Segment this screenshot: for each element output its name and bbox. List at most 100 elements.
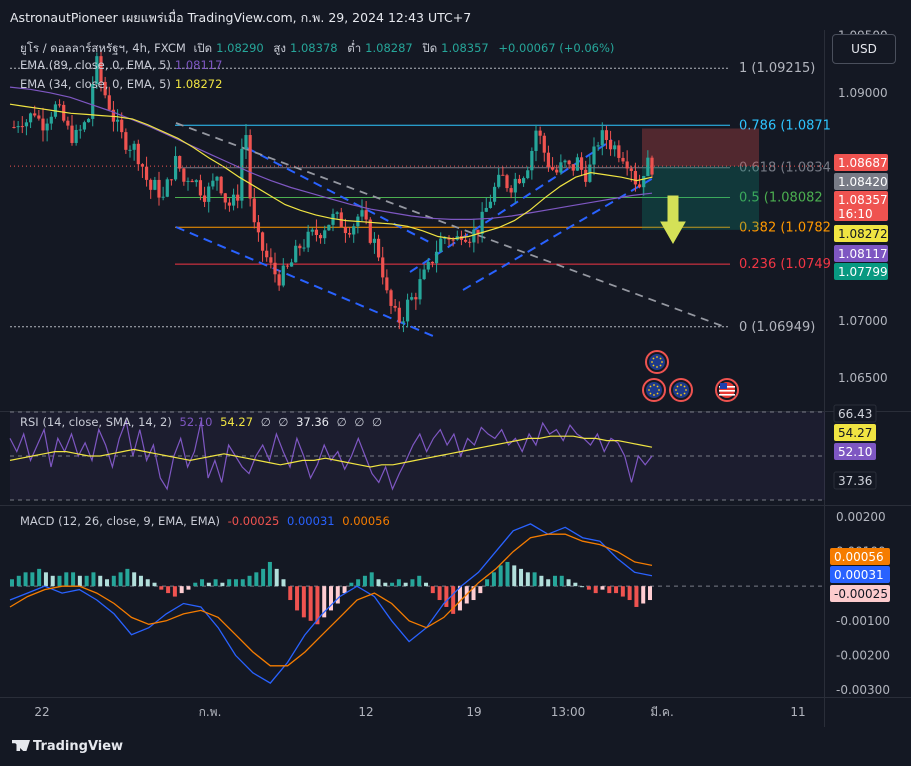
macd-histogram-bar [308,586,313,621]
candle-body [513,178,517,193]
macd-histogram-bar [261,568,266,587]
candle-body [240,148,244,201]
candle-body [596,145,600,147]
eu-flag-star [653,384,655,386]
eu-flag-star [683,385,686,388]
macd-histogram-bar [607,586,612,594]
candle-body [144,166,149,180]
candle-body [484,207,488,212]
candle-body [256,222,261,233]
candle-body [314,229,319,236]
macd-histogram-bar [281,579,286,587]
macd-histogram-bar [193,582,198,587]
eu-flag-star [649,385,652,388]
rsi-label-text: 52.10 [838,445,872,459]
macd-histogram-bar [233,579,238,587]
ema89-legend[interactable]: EMA (89, close, 0, EMA, 5) 1.08117 [20,58,226,72]
price-chart[interactable]: 1 (1.09215)0.786 (1.08710.618 (1.08340.5… [0,0,911,766]
candle-body [294,245,298,263]
price-label-text: 1.08357 [838,193,888,207]
candle-body [434,251,439,264]
eu-flag-star [680,384,682,386]
candle-body [530,151,534,171]
candle-body [173,156,178,180]
macd-histogram-bar [57,575,62,587]
candle-body [124,132,128,150]
candle-body [285,265,290,267]
price-label-text: 1.08117 [838,247,888,261]
time-tick: 11 [790,705,805,719]
candle-body [397,307,401,323]
time-tick: 13:00 [551,705,586,719]
macd-histogram-bar [71,572,76,587]
eu-flag-star [651,361,653,363]
candle-body [571,164,575,171]
time-tick: มี.ค. [650,705,674,719]
time-tick: ก.พ. [199,705,222,719]
ema89-value: 1.08117 [174,58,223,72]
candle-body [260,232,265,251]
candle-body [405,299,410,322]
ema34-legend[interactable]: EMA (34, close, 0, EMA, 5) 1.08272 [20,77,226,91]
candle-body [231,194,236,206]
macd-histogram-bar [566,579,571,587]
candle-body [439,238,443,252]
macd-histogram-bar [485,579,490,587]
candle-body [120,119,124,133]
high-value: 1.08378 [290,41,338,55]
macd-histogram-bar [125,568,130,587]
candle-body [20,126,24,128]
macd-histogram-bar [539,575,544,587]
candle-body [115,119,120,122]
eu-flag-star [659,364,662,367]
eu-flag-star [659,357,662,360]
macd-histogram-bar [593,586,598,594]
candle-body [642,175,646,188]
candle-body [265,250,269,258]
macd-histogram-bar [138,575,143,587]
symbol-name[interactable]: ยูโร / ดอลลาร์สหรัฐฯ, 4h, FXCM [20,41,186,55]
candle-body [604,130,609,140]
candle-body [202,195,207,202]
candle-body [298,245,302,249]
macd-histogram-bar [586,586,591,590]
macd-histogram-bar [498,565,503,587]
candle-body [608,139,613,150]
candle-body [227,202,232,206]
macd-histogram-bar [376,579,381,587]
candle-body [418,279,422,300]
candle-body [526,170,530,179]
macd-histogram-bar [600,586,605,590]
candle-body [223,193,227,203]
tradingview-logo[interactable]: TradingView [12,739,123,754]
currency-button[interactable]: USD [832,34,896,64]
fib-label-5: 0.236 (1.0749 [739,257,831,272]
candle-body [45,123,49,131]
eu-flag-star [652,357,655,360]
macd-histogram-bar [634,586,639,607]
eu-flag-star [685,389,687,391]
candle-body [33,113,37,116]
rsi-legend[interactable]: RSI (14, close, SMA, 14, 2) 52.10 54.27 … [20,415,386,429]
macd-histogram-bar [77,575,82,587]
us-flag-stripe [719,390,735,392]
macd-histogram-bar [172,586,177,597]
macd-histogram-bar [159,586,164,590]
candle-body [559,162,563,173]
macd-tick: -0.00200 [836,648,890,662]
macd-legend[interactable]: MACD (12, 26, close, 9, EMA, EMA) -0.000… [20,514,394,528]
macd-histogram-bar [356,579,361,587]
candle-body [289,262,294,267]
macd-histogram-bar [50,575,55,587]
macd-histogram-bar [444,586,449,607]
macd-histogram-bar [335,586,340,604]
price-label-text: 1.07799 [838,265,888,279]
macd-histogram-bar [369,572,374,587]
symbol-legend: ยูโร / ดอลลาร์สหรัฐฯ, 4h, FXCM เปิด 1.082… [20,41,615,55]
candle-body [161,196,165,198]
candle-body [410,297,414,300]
take-profit-zone [642,166,759,230]
macd-histogram-bar [614,586,619,594]
macd-histogram-bar [145,579,150,587]
channel-line-upper [246,147,434,245]
